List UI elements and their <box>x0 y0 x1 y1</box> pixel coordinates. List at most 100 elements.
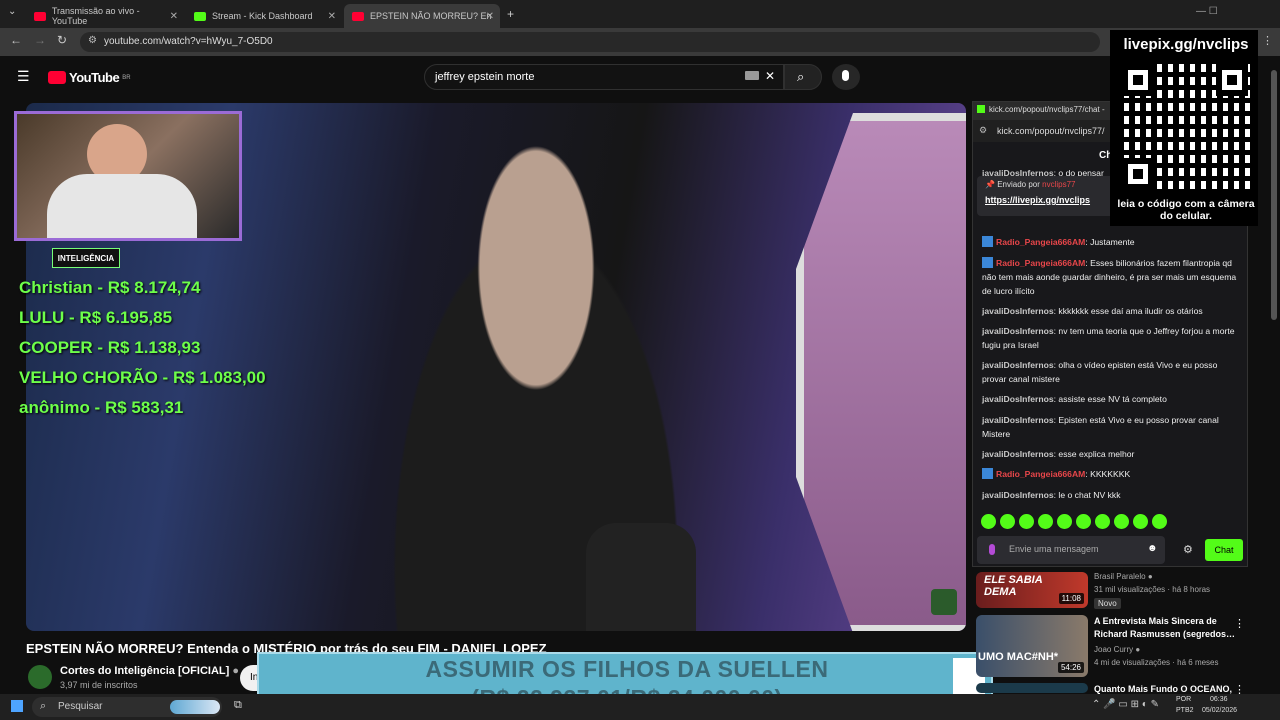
keyboard-layout-indicator[interactable]: PTB2 <box>1176 707 1194 714</box>
region-label: BR <box>122 74 131 81</box>
channel-name-text: Cortes do Inteligência [OFICIAL] <box>60 665 230 677</box>
system-tray-icons[interactable]: ⌃ 🎤 ▭ ⊞ ◐ ✎ <box>1092 699 1159 710</box>
page-scrollbar[interactable] <box>1271 70 1277 320</box>
video-thumbnail[interactable]: UMO MAC#NH* 54:26 <box>976 615 1088 677</box>
task-view-icon[interactable]: ⧉ <box>234 699 242 712</box>
emote-icon[interactable] <box>1000 514 1015 529</box>
emoji-icon[interactable]: ☻ <box>1147 543 1158 554</box>
send-chat-button[interactable]: Chat <box>1205 539 1243 561</box>
emote-icon[interactable] <box>1019 514 1034 529</box>
menu-icon[interactable]: ☰ <box>17 68 30 85</box>
new-tab-button[interactable]: + <box>507 7 514 21</box>
search-input[interactable]: jeffrey epstein morte ✕ <box>424 64 784 90</box>
webcam-badge: INTELIGÊNCIA <box>52 248 120 268</box>
forward-icon[interactable]: → <box>34 33 46 47</box>
keyboard-icon[interactable] <box>745 71 759 80</box>
subscriber-badge-icon <box>982 257 993 268</box>
subscriber-badge-icon <box>982 236 993 247</box>
clear-search-icon[interactable]: ✕ <box>765 69 775 83</box>
tab-kick-dashboard[interactable]: Stream - Kick Dashboard ✕ <box>186 4 342 28</box>
channel-avatar[interactable] <box>28 665 52 689</box>
search-button[interactable]: ⌕ <box>784 64 822 90</box>
subscriber-badge-icon <box>982 468 993 479</box>
chat-username[interactable]: Radio_Pangeia666AM <box>996 469 1085 479</box>
chat-username[interactable]: javaliDosInfernos <box>982 490 1054 500</box>
chat-username[interactable]: javaliDosInfernos <box>982 326 1054 336</box>
voice-search-button[interactable] <box>832 64 860 90</box>
streamer-webcam <box>14 111 242 241</box>
tab-youtube-live[interactable]: Transmissão ao vivo - YouTube ✕ <box>26 4 184 28</box>
rec-meta: 4 mi de visualizações · há 6 meses <box>1094 658 1219 667</box>
chat-username[interactable]: javaliDosInfernos <box>982 449 1054 459</box>
video-thumbnail[interactable]: ELE SABIA DEMA 11:08 <box>976 572 1088 608</box>
tab-list-icon[interactable]: ⌄ <box>8 6 16 17</box>
microphone-scene <box>586 523 696 631</box>
tab-label: EPSTEIN NÃO MORREU? En <box>370 11 492 21</box>
emote-icon[interactable] <box>981 514 996 529</box>
pinned-user[interactable]: nvclips77 <box>1042 180 1075 189</box>
chat-username[interactable]: Radio_Pangeia666AM <box>996 258 1085 268</box>
chat-username[interactable]: javaliDosInfernos <box>982 360 1054 370</box>
close-tab-icon[interactable]: ✕ <box>170 11 178 22</box>
search-value: jeffrey epstein morte <box>435 71 535 83</box>
more-options-icon[interactable]: ⋮ <box>1234 617 1245 630</box>
settings-gear-icon[interactable]: ⚙ <box>1183 543 1193 556</box>
tab-label: Stream - Kick Dashboard <box>212 11 313 21</box>
qr-finder <box>1216 64 1248 96</box>
clock-date[interactable]: 05/02/2026 <box>1202 707 1237 714</box>
chat-username[interactable]: javaliDosInfernos <box>982 394 1054 404</box>
qr-caption: leia o código com a câmera do celular. <box>1117 198 1255 222</box>
video-thumbnail[interactable] <box>976 683 1088 693</box>
url-field[interactable]: ⚙ youtube.com/watch?v=hWyu_7-O5D0 <box>80 32 1100 52</box>
emote-icon[interactable] <box>1133 514 1148 529</box>
pin-icon: 📌 <box>985 180 995 189</box>
logo-text: YouTube <box>69 70 120 85</box>
video-duration: 11:08 <box>1058 593 1084 604</box>
emote-icon[interactable] <box>1076 514 1091 529</box>
tab-epstein-video[interactable]: EPSTEIN NÃO MORREU? En ✕ <box>344 4 500 28</box>
site-info-icon[interactable]: ⚙ <box>979 125 987 136</box>
emote-icon[interactable] <box>1038 514 1053 529</box>
rec-channel: Joao Curry ● <box>1094 645 1140 654</box>
language-indicator[interactable]: POR <box>1176 696 1191 703</box>
rec-title[interactable]: A Entrevista Mais Sincera de Richard Ras… <box>1094 615 1244 641</box>
youtube-logo[interactable]: YouTube BR <box>48 70 131 85</box>
site-info-icon[interactable]: ⚙ <box>88 35 97 46</box>
mic-icon[interactable] <box>989 544 995 555</box>
pinned-by-label: Enviado por <box>997 180 1040 189</box>
back-icon[interactable]: ← <box>10 33 22 47</box>
chat-message: Radio_Pangeia666AM: KKKKKKK <box>982 467 1244 481</box>
emote-icon[interactable] <box>1114 514 1129 529</box>
chat-username[interactable]: javaliDosInfernos <box>982 415 1054 425</box>
close-tab-icon[interactable]: ✕ <box>328 11 336 22</box>
chat-username[interactable]: Radio_Pangeia666AM <box>996 237 1085 247</box>
kick-favicon-icon <box>977 105 985 113</box>
windows-start-icon[interactable] <box>11 700 23 712</box>
pinned-link[interactable]: https://livepix.gg/nvclips <box>985 195 1129 205</box>
qr-header: livepix.gg/nvclips <box>1123 36 1249 53</box>
search-icon: ⌕ <box>797 69 805 84</box>
window-controls-icon[interactable]: — ☐ <box>1196 6 1218 17</box>
taskbar-search[interactable]: ⌕ Pesquisar <box>32 697 222 717</box>
emote-bar <box>981 514 1167 529</box>
emote-icon[interactable] <box>1152 514 1167 529</box>
chat-username[interactable]: javaliDosInfernos <box>982 306 1054 316</box>
qr-finder <box>1122 158 1154 190</box>
emote-icon[interactable] <box>1095 514 1110 529</box>
recommendation-item[interactable]: UMO MAC#NH* 54:26 A Entrevista Mais Sinc… <box>976 615 1272 677</box>
donor-entry: LULU - R$ 6.195,85 <box>19 308 173 327</box>
channel-name[interactable]: Cortes do Inteligência [OFICIAL] ● <box>60 665 239 677</box>
recommendation-item[interactable]: Quanto Mais Fundo O OCEANO, ⋮ <box>976 683 1272 696</box>
emote-icon[interactable] <box>1057 514 1072 529</box>
subscriber-count: 3,97 mi de inscritos <box>60 680 138 690</box>
channel-watermark-icon[interactable] <box>931 589 957 615</box>
youtube-play-icon <box>48 71 66 84</box>
chat-text: Justamente <box>1090 237 1135 247</box>
clock-time[interactable]: 06:36 <box>1210 696 1228 703</box>
youtube-favicon-icon <box>352 11 364 21</box>
browser-menu-icon[interactable]: ⋮ <box>1262 34 1273 47</box>
close-tab-icon[interactable]: ✕ <box>486 11 494 22</box>
reload-icon[interactable]: ↻ <box>57 33 67 47</box>
chat-message-input[interactable]: Envie uma mensagem ☻ <box>977 536 1165 564</box>
chat-text: KKKKKKK <box>1090 469 1131 479</box>
